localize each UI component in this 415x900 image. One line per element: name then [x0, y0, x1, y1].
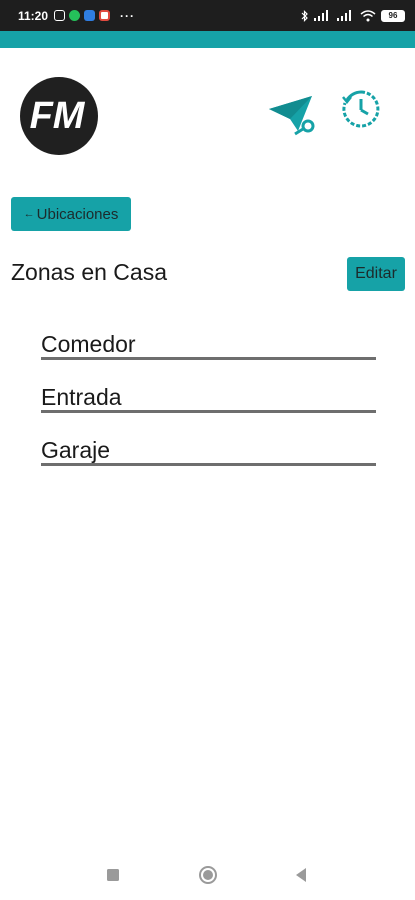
battery-level: 96: [388, 11, 398, 20]
back-arrow-icon: ←: [23, 208, 35, 220]
wifi-icon: [360, 9, 376, 21]
divider: [41, 410, 376, 413]
back-button-label: Ubicaciones: [36, 205, 119, 223]
notification-icons: [54, 10, 111, 21]
fm-logo: FM: [20, 77, 98, 155]
signal-icon: [314, 10, 328, 21]
back-to-locations-button[interactable]: ← Ubicaciones: [11, 197, 131, 231]
recents-square-icon[interactable]: [106, 868, 120, 882]
signal-icon-2: [337, 10, 351, 21]
list-item[interactable]: Garaje: [41, 434, 376, 487]
list-item[interactable]: Entrada: [41, 381, 376, 434]
edit-button[interactable]: Editar: [347, 257, 405, 291]
app-header-bar: [0, 31, 415, 48]
logo-text: FM: [30, 95, 86, 137]
clock-history-icon[interactable]: [341, 89, 381, 129]
system-nav-bar: [0, 846, 415, 900]
zone-name: Comedor: [41, 331, 136, 357]
more-notifications-icon: ···: [120, 8, 136, 23]
zone-list: Comedor Entrada Garaje: [41, 328, 376, 487]
whatsapp-icon: [69, 10, 81, 21]
divider: [41, 357, 376, 360]
bluetooth-icon: [301, 9, 308, 22]
app-notification-icon: [84, 10, 96, 21]
gmail-icon: [99, 10, 111, 21]
divider: [41, 463, 376, 466]
zone-name: Entrada: [41, 384, 122, 410]
home-circle-icon[interactable]: [198, 865, 218, 885]
back-triangle-icon[interactable]: [294, 867, 308, 883]
status-time: 11:20: [18, 8, 49, 23]
sim-icon: [54, 10, 66, 21]
system-icons: 96: [301, 9, 405, 22]
paper-plane-key-icon[interactable]: [266, 93, 316, 137]
list-item[interactable]: Comedor: [41, 328, 376, 381]
status-bar: 11:20 ··· 96: [0, 0, 415, 31]
page-title: Zonas en Casa: [11, 259, 167, 285]
battery-icon: 96: [381, 9, 405, 22]
zone-name: Garaje: [41, 437, 111, 463]
